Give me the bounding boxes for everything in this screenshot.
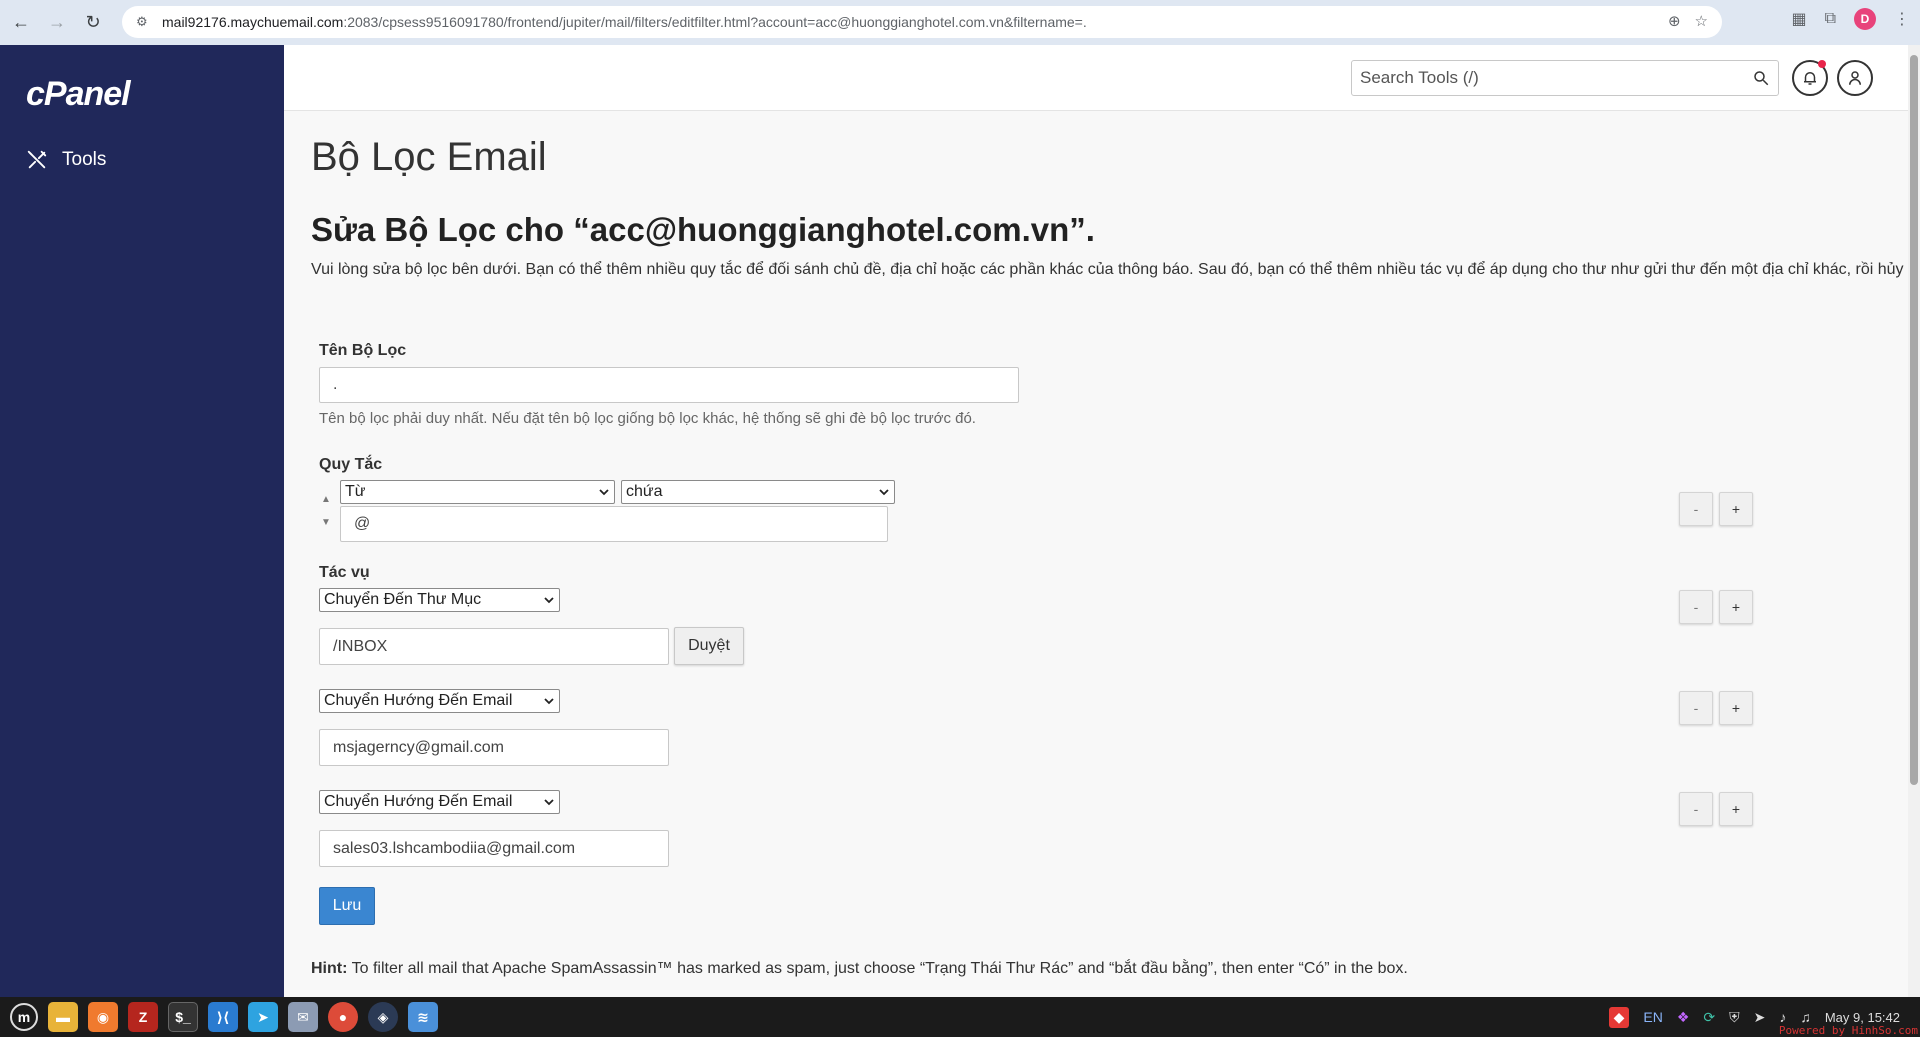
save-button[interactable]: Lưu: [319, 887, 375, 925]
rules-label: Quy Tắc: [319, 456, 383, 473]
filter-name-help: Tên bộ lọc phải duy nhất. Nếu đặt tên bộ…: [319, 410, 976, 427]
action-folder-input[interactable]: /INBOX: [319, 628, 669, 665]
page-description: Vui lòng sửa bộ lọc bên dưới. Bạn có thể…: [311, 261, 1920, 278]
action-value-3: Chuyển Hướng Đến Email: [324, 793, 513, 810]
chevron-down-icon: [544, 597, 554, 604]
rule-move-down-icon[interactable]: ▼: [321, 517, 333, 529]
start-menu-icon[interactable]: m: [10, 1003, 38, 1031]
cpanel-logo[interactable]: cPanel: [26, 75, 131, 114]
files-icon[interactable]: ▬: [48, 1002, 78, 1032]
rule-operator-select[interactable]: chứa: [621, 480, 895, 504]
profile-avatar[interactable]: D: [1854, 8, 1876, 30]
search-tools-input[interactable]: Search Tools (/): [1351, 60, 1779, 96]
app-icon[interactable]: ◈: [368, 1002, 398, 1032]
page-subtitle: Sửa Bộ Lọc cho “acc@huonggianghotel.com.…: [311, 211, 1095, 248]
actions-label: Tác vụ: [319, 564, 370, 581]
os-taskbar: m ▬ ◉ Z $_ ⟩⟨ ➤ ✉ ● ◈ ≋ ◆ EN ❖ ⟳ ⛨ ➤ ♪ ♫…: [0, 997, 1920, 1037]
hint-prefix: Hint:: [311, 960, 348, 977]
chevron-down-icon: [544, 799, 554, 806]
page-title: Bộ Lọc Email: [311, 135, 547, 179]
terminal-icon[interactable]: $_: [168, 1002, 198, 1032]
add-action-button-3[interactable]: +: [1719, 792, 1753, 826]
rule-operator-value: chứa: [626, 483, 663, 500]
user-icon: [1849, 71, 1861, 85]
clock[interactable]: May 9, 15:42: [1825, 1010, 1900, 1025]
anydesk-icon[interactable]: ◆: [1608, 1006, 1630, 1028]
language-indicator[interactable]: EN: [1643, 1009, 1662, 1025]
chevron-down-icon: [544, 698, 554, 705]
telegram-icon[interactable]: ➤: [248, 1002, 278, 1032]
sync-icon[interactable]: ⟳: [1703, 1009, 1715, 1026]
action-select-1[interactable]: Chuyển Đến Thư Mục: [319, 588, 560, 612]
sidebar: cPanel Tools: [0, 45, 284, 997]
chrome-icon[interactable]: ●: [328, 1002, 358, 1032]
reload-icon[interactable]: ↻: [78, 8, 108, 38]
sidebar-item-label: Tools: [62, 149, 107, 170]
action-email-input-2[interactable]: msjagerncy@gmail.com: [319, 729, 669, 766]
filter-name-label: Tên Bộ Lọc: [319, 342, 407, 359]
action-select-2[interactable]: Chuyển Hướng Đến Email: [319, 689, 560, 713]
scrollbar-thumb[interactable]: [1910, 55, 1918, 785]
mail-icon[interactable]: ✉: [288, 1002, 318, 1032]
action-value-1: Chuyển Đến Thư Mục: [324, 591, 482, 608]
search-placeholder: Search Tools (/): [1360, 68, 1479, 87]
bookmark-star-icon[interactable]: ☆: [1695, 12, 1708, 30]
add-action-button-2[interactable]: +: [1719, 691, 1753, 725]
rule-move-up-icon[interactable]: ▲: [321, 494, 333, 506]
browser-toolbar: ← → ↻ ⚙ mail92176.maychuemail.com:2083/c…: [0, 0, 1920, 45]
top-header: Search Tools (/): [284, 45, 1908, 111]
rss-icon[interactable]: ≋: [408, 1002, 438, 1032]
rule-value-input[interactable]: @: [340, 506, 888, 542]
main-content: Bộ Lọc Email Sửa Bộ Lọc cho “acc@huonggi…: [284, 111, 1920, 997]
action-value-2: Chuyển Hướng Đến Email: [324, 692, 513, 709]
qr-icon[interactable]: ▦: [1791, 9, 1806, 29]
hint-body: To filter all mail that Apache SpamAssas…: [351, 960, 1408, 977]
color-app-icon[interactable]: ❖: [1677, 1009, 1690, 1026]
bell-icon: [1804, 72, 1816, 85]
zoom-icon[interactable]: ⊕: [1668, 12, 1681, 30]
user-menu-button[interactable]: [1837, 60, 1873, 96]
action-email-input-3[interactable]: sales03.lshcambodiia@gmail.com: [319, 830, 669, 867]
tools-icon: [27, 150, 47, 169]
page-scrollbar[interactable]: [1908, 45, 1920, 997]
remove-action-button-2[interactable]: -: [1679, 691, 1713, 725]
notifications-button[interactable]: [1792, 60, 1828, 96]
hint-text: Hint: To filter all mail that Apache Spa…: [311, 960, 1408, 978]
sidebar-item-tools[interactable]: Tools: [26, 149, 106, 171]
add-action-button-1[interactable]: +: [1719, 590, 1753, 624]
site-info-icon[interactable]: ⚙: [136, 14, 152, 30]
browser-menu-icon[interactable]: ⋮: [1894, 9, 1910, 29]
address-bar[interactable]: ⚙ mail92176.maychuemail.com:2083/cpsess9…: [122, 6, 1722, 38]
forward-icon[interactable]: →: [42, 8, 72, 38]
rule-field-value: Từ: [345, 483, 366, 500]
notification-dot: [1818, 60, 1826, 68]
add-rule-button[interactable]: +: [1719, 492, 1753, 526]
chevron-down-icon: [599, 489, 609, 496]
browse-button[interactable]: Duyệt: [674, 627, 744, 665]
action-select-3[interactable]: Chuyển Hướng Đến Email: [319, 790, 560, 814]
chevron-down-icon: [879, 489, 889, 496]
volume-icon[interactable]: ♫: [1800, 1009, 1811, 1025]
back-icon[interactable]: ←: [6, 8, 36, 38]
bell-tray-icon[interactable]: ♪: [1779, 1009, 1786, 1025]
shield-icon[interactable]: ⛨: [1729, 1009, 1740, 1026]
remove-action-button-1[interactable]: -: [1679, 590, 1713, 624]
filezilla-icon[interactable]: Z: [128, 1002, 158, 1032]
rule-field-select[interactable]: Từ: [340, 480, 615, 504]
telegram-tray-icon[interactable]: ➤: [1754, 1009, 1766, 1026]
url-path: :2083/cpsess9516091780/frontend/jupiter/…: [343, 14, 1087, 30]
filter-name-input[interactable]: .: [319, 367, 1019, 403]
url-host: mail92176.maychuemail.com: [162, 14, 344, 30]
watermark: Powered by HinhSo.com: [1778, 1024, 1918, 1037]
remove-action-button-3[interactable]: -: [1679, 792, 1713, 826]
extensions-icon[interactable]: ⧉: [1825, 10, 1836, 28]
vscode-icon[interactable]: ⟩⟨: [208, 1002, 238, 1032]
search-icon[interactable]: [1752, 69, 1770, 87]
remove-rule-button[interactable]: -: [1679, 492, 1713, 526]
firefox-icon[interactable]: ◉: [88, 1002, 118, 1032]
